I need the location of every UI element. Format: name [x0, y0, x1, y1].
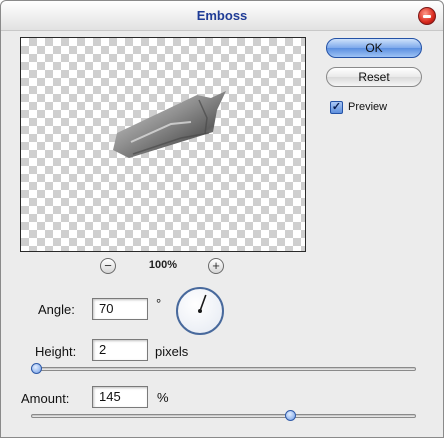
height-slider-thumb[interactable] [31, 363, 42, 374]
ok-button[interactable]: OK [326, 38, 422, 58]
minus-icon: − [104, 258, 112, 273]
amount-unit: % [157, 390, 169, 405]
plus-icon: + [212, 258, 220, 273]
amount-label: Amount: [21, 391, 70, 406]
height-slider-track[interactable] [31, 367, 416, 371]
emboss-dialog: Emboss − 100% + OK Reset ✓ Preview Angle… [0, 0, 444, 438]
height-unit: pixels [155, 344, 189, 359]
angle-dial[interactable] [176, 287, 224, 335]
preview-checkbox[interactable]: ✓ [330, 101, 343, 114]
angle-input[interactable]: 70 [92, 298, 148, 320]
close-icon[interactable] [418, 7, 436, 25]
title-bar: Emboss [1, 1, 443, 31]
angle-label: Angle: [38, 302, 75, 317]
zoom-out-button[interactable]: − [100, 258, 116, 274]
angle-dial-needle [198, 294, 207, 313]
amount-slider-thumb[interactable] [285, 410, 297, 421]
preview-canvas[interactable] [20, 37, 306, 252]
preview-checkbox-label: Preview [348, 101, 388, 113]
amount-input[interactable]: 145 [92, 386, 148, 408]
angle-unit: ° [156, 296, 162, 311]
height-label: Height: [35, 344, 77, 359]
amount-slider-track[interactable] [31, 414, 416, 418]
window-title: Emboss [196, 8, 248, 23]
embossed-image-preview [113, 91, 226, 158]
zoom-level: 100% [148, 259, 178, 271]
reset-button[interactable]: Reset [326, 67, 422, 87]
zoom-in-button[interactable]: + [208, 258, 224, 274]
height-input[interactable]: 2 [92, 339, 148, 361]
